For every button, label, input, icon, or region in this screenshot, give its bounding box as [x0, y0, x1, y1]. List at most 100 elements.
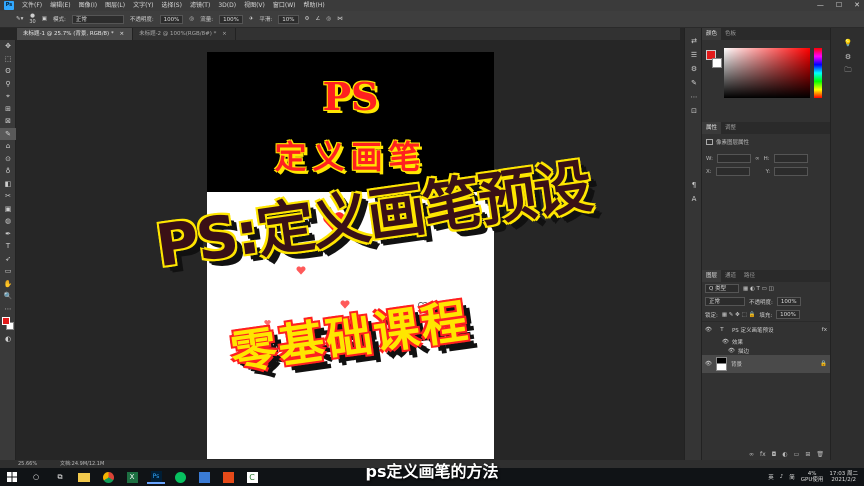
adjustment-icon[interactable]: ◐	[782, 451, 787, 458]
clock[interactable]: 17:03 周二 2021/2/2	[829, 471, 858, 483]
tab-layers[interactable]: 图层	[702, 270, 722, 282]
fx-icon[interactable]: fx	[822, 327, 827, 333]
menu-view[interactable]: 视图(V)	[244, 0, 265, 11]
more-icon[interactable]: ⋯	[685, 90, 703, 104]
marquee-tool-icon[interactable]: ⬚	[0, 53, 16, 66]
color-swatches[interactable]	[0, 315, 16, 333]
x-field[interactable]	[715, 167, 750, 176]
layer-opacity-field[interactable]: 100%	[776, 297, 801, 306]
color-picker-field[interactable]	[724, 48, 810, 98]
quick-select-tool-icon[interactable]: ⚲	[0, 78, 16, 91]
paragraph-icon[interactable]: ¶	[685, 178, 703, 192]
gear-icon[interactable]: ⚙	[685, 62, 703, 76]
blur-tool-icon[interactable]: ✂	[0, 190, 16, 203]
gear-icon[interactable]: ⚙	[305, 16, 310, 22]
frame-tool-icon[interactable]: ⊞	[0, 103, 16, 116]
h-field[interactable]	[773, 154, 808, 163]
more-tools-icon[interactable]: ⋯	[0, 303, 16, 316]
tab-color[interactable]: 颜色	[702, 28, 722, 40]
gear-icon[interactable]: ⚙	[831, 50, 864, 64]
lock-icons[interactable]: ▦ ✎ ✥ ⬚ 🔒	[722, 312, 755, 318]
stamp-tool-icon[interactable]: ⌂	[0, 140, 16, 153]
opacity-field[interactable]: 100%	[159, 14, 184, 24]
lang-indicator[interactable]: 简	[789, 473, 795, 481]
eyedropper-tool-icon[interactable]: ⊠	[0, 115, 16, 128]
fill-field[interactable]: 100%	[776, 310, 800, 319]
new-layer-icon[interactable]: ⊞	[805, 451, 810, 458]
smoothing-field[interactable]: 10%	[278, 14, 299, 24]
eraser-tool-icon[interactable]: ♁	[0, 165, 16, 178]
menu-window[interactable]: 窗口(W)	[273, 0, 296, 11]
close-button[interactable]: ✕	[854, 0, 860, 11]
group-icon[interactable]: ▭	[794, 451, 800, 458]
eye-icon[interactable]: 👁	[728, 348, 735, 354]
maximize-button[interactable]: ☐	[836, 0, 842, 11]
brush-preset-picker[interactable]: ● 30	[29, 13, 35, 25]
lightbulb-icon[interactable]: 💡	[831, 36, 864, 50]
mode-select[interactable]: 正常	[71, 14, 124, 24]
eye-icon[interactable]: 👁	[705, 327, 712, 333]
tab-close-icon[interactable]: ×	[119, 31, 124, 37]
hand-tool-icon[interactable]: ✋	[0, 278, 16, 291]
blend-mode-select[interactable]: 正常	[705, 297, 745, 306]
rectangle-tool-icon[interactable]: ▭	[0, 265, 16, 278]
tab-channels[interactable]: 通道	[721, 270, 740, 282]
layer-effect-row[interactable]: 👁 效果	[702, 337, 830, 346]
layer-effect-row[interactable]: 👁 描边	[702, 346, 830, 355]
trash-icon[interactable]: 🗑	[816, 451, 824, 458]
library-icon[interactable]: 🗀	[831, 64, 864, 78]
menu-select[interactable]: 选择(S)	[161, 0, 182, 11]
tab-close-icon[interactable]: ×	[222, 31, 227, 37]
layer-row[interactable]: 👁 背景 🔒	[702, 355, 830, 373]
w-field[interactable]	[716, 154, 751, 163]
tab-document-1[interactable]: 未标题-1 @ 25.7% (背景, RGB/8) * ×	[17, 28, 134, 40]
brush-tool-icon[interactable]: ✎	[0, 127, 16, 140]
hue-slider[interactable]	[814, 48, 822, 98]
history-icon[interactable]: ⇄	[685, 34, 703, 48]
lasso-tool-icon[interactable]: ʘ	[0, 65, 16, 78]
symmetry-icon[interactable]: ⋈	[337, 16, 343, 22]
link-layers-icon[interactable]: ∞	[749, 451, 754, 458]
tab-document-2[interactable]: 未标题-2 @ 100%(RGB/8#) * ×	[133, 28, 236, 40]
layer-filter-select[interactable]: Q 类型	[705, 284, 739, 293]
menu-help[interactable]: 帮助(H)	[304, 0, 325, 11]
filter-icons[interactable]: ▦ ◐ T ▭ ◫	[743, 286, 774, 292]
menu-image[interactable]: 图像(I)	[79, 0, 97, 11]
flow-field[interactable]: 100%	[219, 14, 243, 24]
move-tool-icon[interactable]: ✥	[0, 40, 16, 53]
history-brush-tool-icon[interactable]: ⊙	[0, 153, 16, 166]
menu-filter[interactable]: 滤镜(T)	[190, 0, 210, 11]
character-icon[interactable]: A	[685, 192, 703, 206]
tab-properties[interactable]: 属性	[702, 122, 722, 134]
sponge-tool-icon[interactable]: ◍	[0, 215, 16, 228]
y-field[interactable]	[774, 167, 809, 176]
eye-icon[interactable]: 👁	[722, 339, 729, 345]
clone-source-icon[interactable]: ⊡	[685, 104, 703, 118]
airbrush-icon[interactable]: ✈	[249, 16, 254, 22]
layer-comps-icon[interactable]: ☰	[685, 48, 703, 62]
fx-icon[interactable]: fx	[760, 451, 766, 458]
eye-icon[interactable]: 👁	[705, 361, 712, 367]
fg-bg-swatch[interactable]	[706, 50, 724, 72]
quick-mask-icon[interactable]: ◐	[0, 333, 16, 346]
layer-row[interactable]: 👁 T PS 定义画笔预设 fx	[702, 321, 830, 337]
brush-tool-icon[interactable]: ✎▾	[16, 16, 23, 22]
minimize-button[interactable]: —	[817, 0, 824, 11]
brush-settings-icon[interactable]: ✎	[685, 76, 703, 90]
path-select-tool-icon[interactable]: ➶	[0, 253, 16, 266]
pressure-size-icon[interactable]: ◎	[326, 16, 331, 22]
crop-tool-icon[interactable]: ⌖	[0, 90, 16, 103]
mask-icon[interactable]: ◘	[772, 451, 777, 458]
menu-type[interactable]: 文字(Y)	[133, 0, 153, 11]
menu-layer[interactable]: 图层(L)	[105, 0, 125, 11]
ime-indicator[interactable]: 英	[768, 473, 774, 481]
angle-icon[interactable]: ∠	[315, 16, 320, 22]
menu-edit[interactable]: 编辑(E)	[50, 0, 70, 11]
foreground-color-swatch[interactable]	[2, 317, 10, 325]
gradient-tool-icon[interactable]: ◧	[0, 178, 16, 191]
zoom-tool-icon[interactable]: 🔍	[0, 290, 16, 303]
pen-tool-icon[interactable]: ✒	[0, 228, 16, 241]
sound-icon[interactable]: ♪	[780, 474, 784, 480]
brush-panel-icon[interactable]: ▣	[42, 16, 47, 22]
background-color-swatch[interactable]	[712, 58, 722, 68]
